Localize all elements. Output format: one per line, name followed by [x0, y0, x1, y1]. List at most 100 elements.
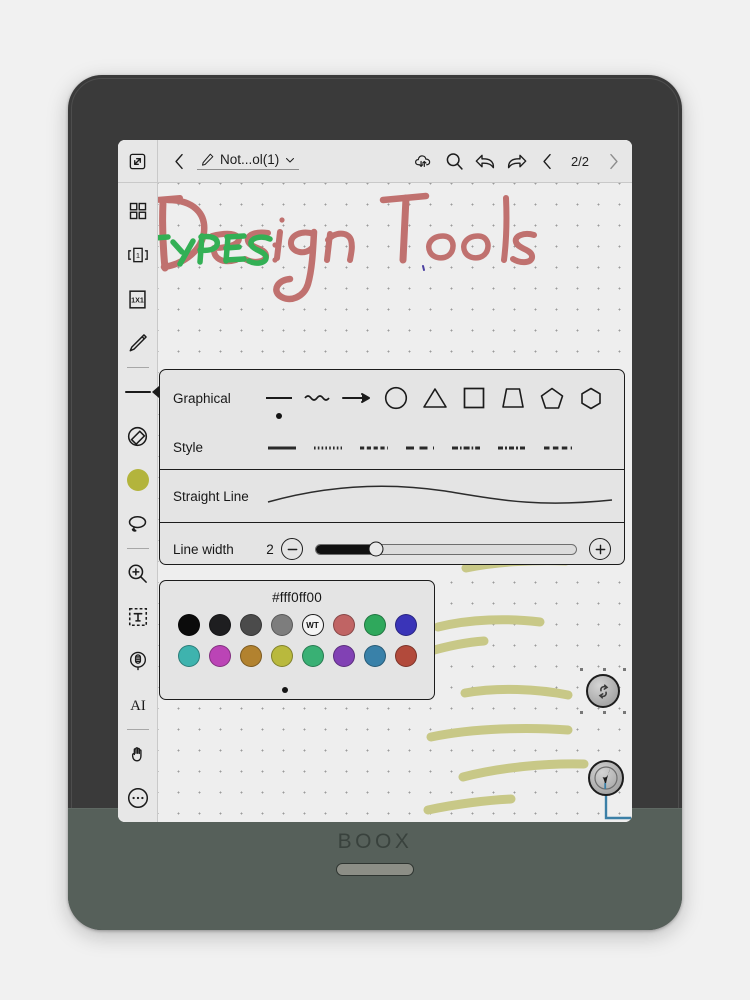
sidebar-item-microphone[interactable] [118, 639, 158, 683]
swatch-ochre[interactable] [239, 645, 262, 667]
device-brand-logo: BOOX [337, 830, 413, 853]
triangle-shape-option[interactable] [415, 376, 454, 420]
chevron-left-icon[interactable] [164, 140, 194, 183]
swatch-emerald[interactable] [301, 645, 324, 667]
page-indicator: 2/2 [570, 153, 590, 169]
swatch-dark-gray[interactable] [239, 614, 262, 636]
active-tool-caret [151, 386, 159, 398]
swatch-green[interactable] [363, 614, 386, 636]
swatch-near-black[interactable] [208, 614, 231, 636]
redo-arrow-icon[interactable] [501, 140, 531, 183]
minus-circle-icon[interactable] [281, 538, 303, 560]
line-tool-icon [124, 391, 151, 393]
undo-arrow-icon[interactable] [470, 140, 500, 183]
expand-arrows-icon[interactable] [118, 140, 158, 183]
trapezoid-shape-option[interactable] [494, 376, 533, 420]
slider-knob[interactable] [368, 541, 384, 557]
eraser-tool-icon [127, 426, 148, 446]
wide-dash-style-option[interactable] [535, 433, 581, 463]
ai-tool-icon: AI [130, 698, 146, 714]
color-picker-popup[interactable]: #fff0ff00 WT [159, 580, 435, 700]
wavy-line-shape-option[interactable] [298, 376, 337, 420]
line-width-row: Line width 2 [160, 523, 624, 575]
pentagon-shape-option[interactable] [533, 376, 572, 420]
next-page-icon[interactable] [598, 140, 628, 183]
sidebar-item-zoom[interactable] [118, 551, 158, 595]
short-dash-style-option[interactable] [351, 433, 397, 463]
swatch-purple[interactable] [332, 645, 355, 667]
dotted-line-style-option[interactable] [305, 433, 351, 463]
device-chin: BOOX [68, 808, 682, 930]
sidebar-item-one-by-one[interactable]: 1X1 [118, 277, 158, 321]
sidebar-item-eraser[interactable] [118, 414, 158, 458]
floating-pen-button[interactable] [588, 760, 624, 796]
shape-style-popup[interactable]: Graphical Style Straight Line Line width… [159, 369, 625, 565]
hex-value-label: #fff0ff00 [272, 590, 322, 605]
svg-text:1: 1 [135, 251, 139, 260]
device-screen[interactable]: Not...ol(1) 2/2 1 1X1 AI Graphical Style… [118, 140, 632, 822]
text-box-tool-icon [128, 607, 147, 627]
swatch-magenta[interactable] [208, 645, 231, 667]
prev-page-icon[interactable] [532, 140, 562, 183]
sidebar-item-single-page[interactable]: 1 [118, 233, 158, 277]
lasso-tool-icon [128, 515, 147, 532]
sidebar-item-color-swatch[interactable] [118, 458, 158, 502]
swatch-teal[interactable] [177, 645, 200, 667]
straight-line-shape-option[interactable] [259, 376, 298, 420]
search-icon[interactable] [439, 140, 469, 183]
rail-divider [126, 548, 149, 549]
chevron-down-icon [286, 157, 295, 162]
line-preview-curve[interactable] [259, 480, 615, 512]
square-shape-option[interactable] [455, 376, 494, 420]
solid-line-style-option[interactable] [259, 433, 305, 463]
svg-text:1X1: 1X1 [131, 296, 144, 304]
dash-dot-dot-style-option[interactable] [489, 433, 535, 463]
microphone-tool-icon [129, 651, 146, 671]
device-home-button[interactable] [336, 863, 414, 876]
grid-layout-icon [129, 202, 146, 220]
swatch-gray[interactable] [270, 614, 293, 636]
sidebar-item-line-tool[interactable] [118, 370, 159, 414]
line-width-slider[interactable] [315, 541, 577, 557]
swatch-white-wt[interactable]: WT [301, 614, 324, 636]
color-row-1: WT [160, 605, 434, 636]
swatch-red[interactable] [332, 614, 355, 636]
graphical-label: Graphical [173, 390, 231, 406]
hexagon-shape-option[interactable] [572, 376, 611, 420]
sidebar-item-lasso[interactable] [118, 502, 158, 546]
circle-shape-option[interactable] [376, 376, 415, 420]
straight-line-row: Straight Line [160, 470, 624, 522]
cloud-sync-icon[interactable] [408, 140, 438, 183]
sidebar-item-ai[interactable]: AI [118, 683, 158, 727]
pencil-icon [202, 153, 214, 166]
sidebar-item-text-box[interactable] [118, 595, 158, 639]
svg-text:AI: AI [130, 698, 146, 714]
rail-divider [126, 729, 149, 730]
dash-dot-style-option[interactable] [443, 433, 489, 463]
screenshot-root: BOOX Not...ol(1) 2/2 1 1X1 AI Graphical … [0, 0, 750, 1000]
document-title-text: Not...ol(1) [220, 152, 280, 167]
one-by-one-icon: 1X1 [129, 289, 146, 309]
straight-line-label: Straight Line [173, 488, 249, 504]
sidebar-item-hand-tool[interactable] [118, 732, 158, 776]
floating-sync-button[interactable] [580, 668, 626, 714]
swatch-blue[interactable] [394, 614, 417, 636]
swatch-black[interactable] [177, 614, 200, 636]
long-dash-style-option[interactable] [397, 433, 443, 463]
left-tool-rail: 1 1X1 AI [118, 183, 159, 822]
graphical-row: Graphical [160, 370, 624, 426]
sidebar-item-more-options[interactable] [118, 776, 158, 820]
swatch-olive[interactable] [270, 645, 293, 667]
slider-fill [316, 544, 376, 554]
swatch-steel-blue[interactable] [363, 645, 386, 667]
toolbar-right-group: 2/2 [408, 140, 632, 183]
note-top-toolbar: Not...ol(1) 2/2 [118, 140, 632, 183]
color-row-2 [160, 636, 434, 667]
hand-tool-icon [131, 747, 142, 762]
arrow-shape-option[interactable] [337, 376, 376, 420]
sidebar-item-pencil[interactable] [118, 321, 158, 365]
document-title-dropdown[interactable]: Not...ol(1) [197, 152, 300, 170]
plus-circle-icon[interactable] [589, 538, 611, 560]
swatch-brick[interactable] [394, 645, 417, 667]
sidebar-item-grid-layout[interactable] [118, 189, 158, 233]
